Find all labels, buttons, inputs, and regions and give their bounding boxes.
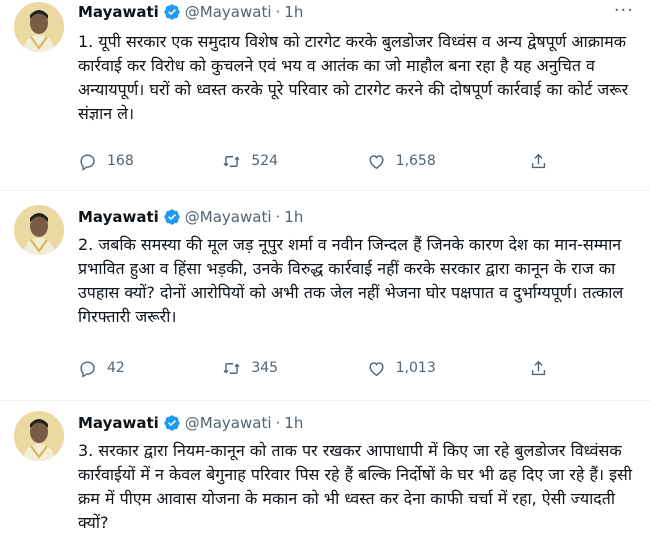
author-name[interactable]: Mayawati [78, 208, 159, 226]
like-button[interactable]: 1,013 [367, 359, 511, 378]
like-icon [369, 361, 384, 376]
verified-badge-icon [163, 208, 181, 226]
tweet-text: 1. यूपी सरकार एक समुदाय विशेष को टारगेट … [78, 32, 629, 123]
tweet-text: 2. जबकि समस्या की मूल जड़ नूपुर शर्मा व … [78, 235, 624, 326]
share-icon [531, 153, 546, 168]
retweet-button[interactable]: 345 [222, 359, 366, 378]
timestamp[interactable]: 1h [284, 3, 303, 21]
author-handle[interactable]: @Mayawati [185, 414, 272, 432]
share-icon [531, 360, 546, 375]
tweet-actions: 42 345 1,013 [78, 355, 558, 381]
verified-badge-icon [163, 414, 181, 432]
tweet-actions: 168 524 1,658 [78, 148, 558, 174]
avatar[interactable] [14, 205, 64, 255]
tweet[interactable]: Mayawati @Mayawati · 1h ··· 1. यूपी सरका… [0, 0, 650, 190]
reply-count: 42 [107, 360, 125, 376]
tweet-header: Mayawati @Mayawati · 1h [78, 205, 303, 229]
reply-button[interactable]: 168 [78, 152, 222, 171]
timestamp[interactable]: 1h [284, 208, 303, 226]
avatar[interactable] [14, 2, 64, 52]
reply-icon [80, 360, 95, 378]
retweet-icon [223, 362, 240, 374]
timestamp[interactable]: 1h [284, 414, 303, 432]
like-icon [369, 154, 384, 169]
separator: · [275, 3, 281, 21]
like-count: 1,658 [395, 153, 436, 169]
reply-count: 168 [107, 153, 134, 169]
author-handle[interactable]: @Mayawati [185, 3, 272, 21]
retweet-count: 524 [251, 153, 279, 169]
more-options-icon[interactable]: ··· [614, 0, 634, 21]
tweet[interactable]: Mayawati @Mayawati · 1h 3. सरकार द्वारा … [0, 400, 650, 541]
like-button[interactable]: 1,658 [367, 152, 511, 171]
tweet-header: Mayawati @Mayawati · 1h [78, 411, 303, 435]
tweet[interactable]: Mayawati @Mayawati · 1h 2. जबकि समस्या क… [0, 190, 650, 401]
separator: · [275, 414, 281, 432]
retweet-count: 345 [251, 360, 279, 376]
share-button[interactable] [529, 359, 558, 378]
tweet-header: Mayawati @Mayawati · 1h [78, 0, 303, 24]
author-name[interactable]: Mayawati [78, 3, 159, 21]
retweet-icon [223, 155, 240, 167]
like-count: 1,013 [395, 360, 436, 376]
reply-icon [80, 153, 95, 171]
author-handle[interactable]: @Mayawati [185, 208, 272, 226]
avatar[interactable] [14, 411, 64, 461]
reply-button[interactable]: 42 [78, 359, 222, 378]
share-button[interactable] [529, 152, 558, 171]
author-name[interactable]: Mayawati [78, 414, 159, 432]
retweet-button[interactable]: 524 [222, 152, 366, 171]
verified-badge-icon [163, 3, 181, 21]
separator: · [275, 208, 281, 226]
tweet-text: 3. सरकार द्वारा नियम-कानून को ताक पर रखक… [78, 441, 632, 532]
